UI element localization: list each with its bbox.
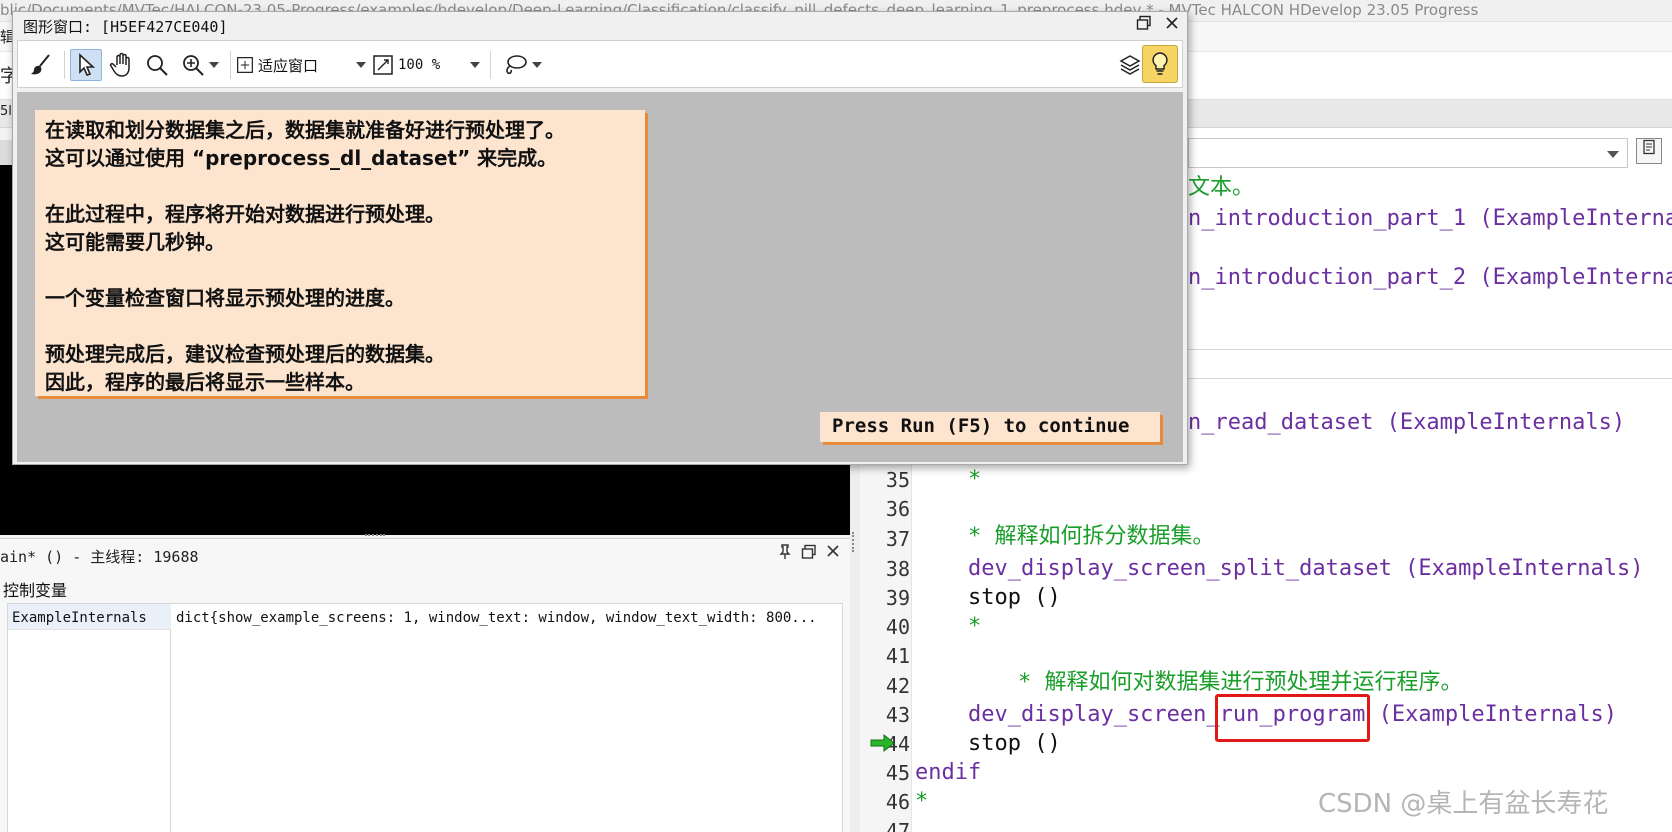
message-line: 一个变量检查窗口将显示预处理的进度。 <box>45 286 405 310</box>
graphics-window-title: 图形窗口: [H5EF427CE040] <box>23 18 228 36</box>
code-line[interactable]: endif <box>915 760 981 786</box>
message-line: 预处理完成后，建议检查预处理后的数据集。 <box>45 342 445 366</box>
chevron-down-icon <box>1607 151 1619 158</box>
highlight-box <box>1215 694 1370 742</box>
message-line <box>45 256 635 284</box>
line-number: 46 <box>885 790 910 814</box>
code-line[interactable]: stop () <box>968 585 1061 611</box>
hand-icon <box>109 52 130 77</box>
code-partial-line[interactable]: n_read_dataset (ExampleInternals) <box>1188 410 1625 436</box>
vertical-splitter-grip[interactable] <box>852 532 858 552</box>
clear-window-button[interactable] <box>26 49 58 81</box>
message-line <box>45 312 635 340</box>
zoom-percent-dropdown[interactable]: 100 % <box>372 49 484 81</box>
variable-table: ExampleInternals dict{show_example_scree… <box>7 603 843 832</box>
editor-divider <box>1188 378 1672 379</box>
brush-icon <box>31 54 50 75</box>
table-row[interactable]: ExampleInternals <box>8 604 171 630</box>
message-line: 在读取和划分数据集之后，数据集就准备好进行预处理了。 <box>45 118 565 142</box>
message-line: 这可以通过使用 “preprocess_dl_dataset” 来完成。 <box>45 146 558 170</box>
message-box: 在读取和划分数据集之后，数据集就准备好进行预处理了。 这可以通过使用 “prep… <box>35 110 645 396</box>
restore-icon[interactable] <box>1135 15 1153 35</box>
restore-icon[interactable] <box>800 544 818 562</box>
lasso-icon <box>506 55 527 75</box>
line-number: 35 <box>885 468 910 492</box>
pan-tool-button[interactable] <box>106 49 138 81</box>
code-line[interactable]: * <box>968 614 981 640</box>
code-partial-line[interactable]: n_introduction_part_2 (ExampleInterna <box>1188 265 1672 291</box>
pointer-icon <box>79 53 96 76</box>
magnify-tool-button[interactable] <box>142 49 172 81</box>
variable-name: ExampleInternals <box>12 610 147 626</box>
code-line[interactable]: * <box>915 789 928 815</box>
fit-window-dropdown[interactable]: 适应窗口 <box>236 49 366 81</box>
graphics-window[interactable]: 图形窗口: [H5EF427CE040] 适应窗口 100 % 在读取和划分数据… <box>12 11 1188 465</box>
tips-button[interactable] <box>1142 45 1178 83</box>
chevron-down-icon <box>209 62 219 68</box>
code-line[interactable]: * <box>968 467 981 493</box>
line-number: 47 <box>885 819 910 832</box>
code-line[interactable]: * 解释如何拆分数据集。 <box>968 524 1215 550</box>
watermark: CSDN @桌上有盆长寿花 <box>1318 789 1609 819</box>
message-line: 这可能需要几秒钟。 <box>45 230 225 254</box>
zoom-in-icon <box>183 55 204 76</box>
fit-window-icon <box>237 57 253 73</box>
current-line-arrow-icon <box>870 733 896 757</box>
graphics-window-controls <box>1135 15 1181 35</box>
close-icon[interactable] <box>824 544 842 562</box>
line-number: 45 <box>885 761 910 785</box>
line-number: 42 <box>885 674 910 698</box>
close-icon[interactable] <box>1163 15 1181 35</box>
line-number: 41 <box>885 644 910 668</box>
toolbar-separator <box>490 51 491 79</box>
graphics-window-titlebar[interactable]: 图形窗口: [H5EF427CE040] <box>13 12 1187 40</box>
graphics-toolbar: 适应窗口 100 % <box>17 40 1183 88</box>
message-line <box>45 172 635 200</box>
line-number: 38 <box>885 557 910 581</box>
pointer-tool-button[interactable] <box>70 49 102 81</box>
pin-icon[interactable] <box>776 544 794 562</box>
editor-divider <box>1188 349 1672 350</box>
continue-prompt: Press Run (F5) to continue <box>820 412 1160 442</box>
chevron-down-icon <box>356 62 366 68</box>
layers-icon <box>1119 55 1141 75</box>
toolbar-separator <box>64 51 65 79</box>
control-variables-label: 控制变量 <box>3 581 68 600</box>
code-line[interactable]: * 解释如何对数据集进行预处理并运行程序。 <box>1018 670 1463 696</box>
fit-window-label: 适应窗口 <box>257 56 318 75</box>
zoom-button[interactable] <box>176 49 224 81</box>
code-line[interactable]: stop () <box>968 731 1061 757</box>
line-number: 43 <box>885 703 910 727</box>
chevron-down-icon <box>532 62 542 68</box>
continue-prompt-text: Press Run (F5) to continue <box>832 415 1130 437</box>
search-icon <box>147 55 168 76</box>
code-line[interactable]: dev_display_screen_split_dataset (Exampl… <box>968 556 1644 582</box>
line-number: 36 <box>885 497 910 521</box>
message-line: 因此，程序的最后将显示一些样本。 <box>45 370 365 394</box>
horizontal-splitter-grip[interactable] <box>365 534 385 538</box>
code-partial-line[interactable]: 文本。 <box>1188 175 1254 201</box>
toolbar-separator <box>230 51 231 79</box>
line-number: 37 <box>885 527 910 551</box>
variable-name-column: ExampleInternals <box>8 604 171 832</box>
message-line: 在此过程中，程序将开始对数据进行预处理。 <box>45 202 445 226</box>
procedure-selector[interactable] <box>1188 138 1628 168</box>
hdevelop-screen: blic/Documents/MVTec/HALCON-23.05-Progre… <box>0 0 1672 832</box>
chevron-down-icon <box>470 62 481 68</box>
procedure-options-button[interactable] <box>1636 138 1662 164</box>
zoom-percent-icon <box>373 55 393 75</box>
variable-inspector-panel: ain* () - 主线程: 19688 控制变量 ExampleInterna… <box>0 538 850 832</box>
draw-region-dropdown[interactable] <box>498 49 546 81</box>
zoom-value: 100 % <box>398 57 441 73</box>
graphics-canvas[interactable]: 在读取和划分数据集之后，数据集就准备好进行预处理了。 这可以通过使用 “prep… <box>17 92 1183 462</box>
tab-fragment[interactable]: 5l <box>0 104 12 119</box>
document-icon <box>1643 139 1655 155</box>
variable-panel-title: ain* () - 主线程: 19688 <box>0 548 199 566</box>
variable-panel-controls <box>776 544 842 562</box>
line-number: 40 <box>885 615 910 639</box>
variable-value[interactable]: dict{show_example_screens: 1, window_tex… <box>176 610 840 626</box>
line-number: 39 <box>885 586 910 610</box>
lightbulb-icon <box>1152 52 1168 75</box>
code-partial-line[interactable]: n_introduction_part_1 (ExampleInterna <box>1188 206 1672 232</box>
